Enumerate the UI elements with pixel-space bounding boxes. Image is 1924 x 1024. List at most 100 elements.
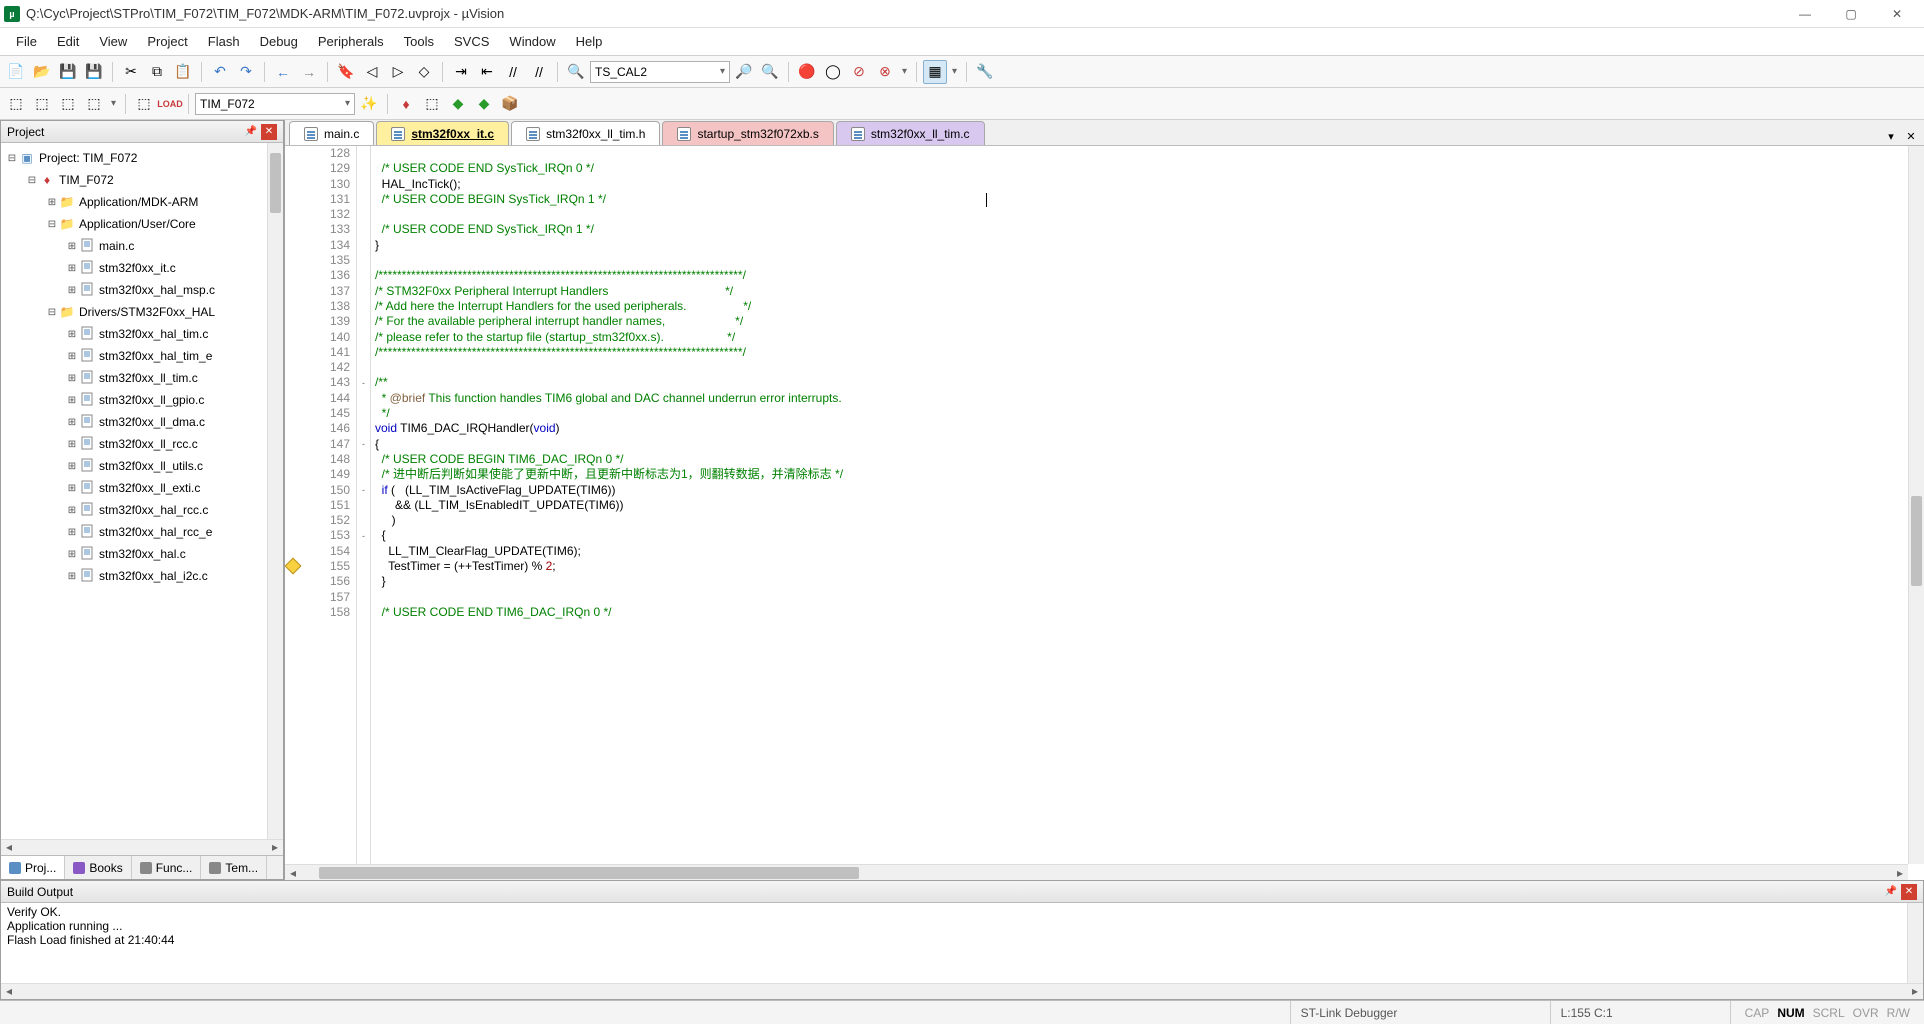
menu-flash[interactable]: Flash [198, 30, 250, 53]
window-layout-icon[interactable]: ▦ [923, 60, 947, 84]
pack-installer-icon[interactable]: 📦 [498, 92, 522, 116]
tree-target[interactable]: ⊟♦TIM_F072 [1, 169, 283, 191]
code-source[interactable]: /* USER CODE END SysTick_IRQn 0 */ HAL_I… [371, 146, 1924, 880]
project-tab[interactable]: Func... [132, 856, 202, 879]
menu-tools[interactable]: Tools [394, 30, 444, 53]
new-file-icon[interactable]: 📄 [4, 60, 28, 84]
tree-file[interactable]: ⊞stm32f0xx_hal.c [1, 543, 283, 565]
tree-file[interactable]: ⊞stm32f0xx_hal_rcc.c [1, 499, 283, 521]
dropdown-icon[interactable]: ▾ [899, 66, 910, 77]
menu-project[interactable]: Project [137, 30, 197, 53]
close-button[interactable]: ✕ [1874, 0, 1920, 28]
maximize-button[interactable]: ▢ [1828, 0, 1874, 28]
save-all-icon[interactable]: 💾 [82, 60, 106, 84]
dropdown-icon[interactable]: ▾ [108, 98, 119, 109]
translate-icon[interactable]: ⬚ [4, 92, 28, 116]
project-tab[interactable]: Tem... [201, 856, 267, 879]
bookmark-next-icon[interactable]: ▷ [386, 60, 410, 84]
menu-edit[interactable]: Edit [47, 30, 89, 53]
menu-debug[interactable]: Debug [250, 30, 308, 53]
tree-file[interactable]: ⊞stm32f0xx_ll_tim.c [1, 367, 283, 389]
tree-file[interactable]: ⊞stm32f0xx_ll_gpio.c [1, 389, 283, 411]
target-combo[interactable]: TIM_F072 ▾ [195, 93, 355, 115]
editor-tab[interactable]: stm32f0xx_it.c [376, 121, 509, 145]
horizontal-scrollbar[interactable]: ◂▸ [285, 864, 1908, 880]
build-output-text[interactable]: Verify OK.Application running ...Flash L… [1, 903, 1923, 999]
editor-tab[interactable]: stm32f0xx_ll_tim.h [511, 121, 660, 145]
tree-file[interactable]: ⊞stm32f0xx_ll_dma.c [1, 411, 283, 433]
menu-window[interactable]: Window [499, 30, 565, 53]
indent-icon[interactable]: ⇥ [449, 60, 473, 84]
batch-build-icon[interactable]: ⬚ [82, 92, 106, 116]
outdent-icon[interactable]: ⇤ [475, 60, 499, 84]
find-in-files-icon[interactable]: 🔎 [732, 60, 756, 84]
bookmark-clear-icon[interactable]: ◇ [412, 60, 436, 84]
tree-file[interactable]: ⊞stm32f0xx_ll_rcc.c [1, 433, 283, 455]
stop-build-icon[interactable]: ⬚ [132, 92, 156, 116]
copy-icon[interactable]: ⧉ [145, 60, 169, 84]
uncomment-icon[interactable]: // [527, 60, 551, 84]
tab-close-icon[interactable]: ✕ [1902, 127, 1920, 145]
project-tab[interactable]: Proj... [1, 856, 65, 879]
comment-icon[interactable]: // [501, 60, 525, 84]
menu-svcs[interactable]: SVCS [444, 30, 499, 53]
close-icon[interactable]: ✕ [1901, 884, 1917, 900]
tree-root[interactable]: ⊟▣Project: TIM_F072 [1, 147, 283, 169]
manage-icon[interactable]: ♦ [394, 92, 418, 116]
pin-icon[interactable]: 📌 [243, 124, 259, 140]
scrollbar[interactable] [1907, 903, 1923, 983]
tree-group[interactable]: ⊞📁Application/MDK-ARM [1, 191, 283, 213]
editor-tab[interactable]: startup_stm32f072xb.s [662, 121, 833, 145]
close-icon[interactable]: ✕ [261, 124, 277, 140]
open-icon[interactable]: 📂 [30, 60, 54, 84]
tree-file[interactable]: ⊞stm32f0xx_hal_rcc_e [1, 521, 283, 543]
find-icon[interactable]: 🔍 [564, 60, 588, 84]
tree-file[interactable]: ⊞stm32f0xx_hal_tim_e [1, 345, 283, 367]
download-icon[interactable]: LOAD [158, 92, 182, 116]
breakpoint-disable-icon[interactable]: ⊘ [847, 60, 871, 84]
target-options-icon[interactable]: ✨ [357, 92, 381, 116]
bookmark-icon[interactable]: 🔖 [334, 60, 358, 84]
tree-file[interactable]: ⊞stm32f0xx_it.c [1, 257, 283, 279]
vertical-scrollbar[interactable] [1908, 146, 1924, 864]
build-icon[interactable]: ⬚ [30, 92, 54, 116]
project-tree[interactable]: ⊟▣Project: TIM_F072 ⊟♦TIM_F072⊞📁Applicat… [1, 143, 283, 839]
scrollbar[interactable]: ◂▸ [1, 983, 1923, 999]
tree-group[interactable]: ⊟📁Drivers/STM32F0xx_HAL [1, 301, 283, 323]
incremental-find-icon[interactable]: 🔍 [758, 60, 782, 84]
nav-back-icon[interactable]: ← [271, 60, 295, 84]
redo-icon[interactable]: ↷ [234, 60, 258, 84]
scrollbar[interactable] [267, 143, 283, 839]
tree-file[interactable]: ⊞stm32f0xx_hal_i2c.c [1, 565, 283, 587]
nav-forward-icon[interactable]: → [297, 60, 321, 84]
code-editor[interactable]: 1281291301311321331341351361371381391401… [285, 146, 1924, 880]
undo-icon[interactable]: ↶ [208, 60, 232, 84]
save-icon[interactable]: 💾 [56, 60, 80, 84]
tree-file[interactable]: ⊞stm32f0xx_ll_utils.c [1, 455, 283, 477]
menu-help[interactable]: Help [566, 30, 613, 53]
tree-file[interactable]: ⊞stm32f0xx_ll_exti.c [1, 477, 283, 499]
breakpoint-kill-icon[interactable]: ⊗ [873, 60, 897, 84]
menu-file[interactable]: File [6, 30, 47, 53]
minimize-button[interactable]: — [1782, 0, 1828, 28]
bookmark-prev-icon[interactable]: ◁ [360, 60, 384, 84]
menu-peripherals[interactable]: Peripherals [308, 30, 394, 53]
tab-menu-icon[interactable]: ▾ [1882, 127, 1900, 145]
breakpoint-icon[interactable]: ◯ [821, 60, 845, 84]
find-combo[interactable]: TS_CAL2 ▾ [590, 61, 730, 83]
editor-tab[interactable]: stm32f0xx_ll_tim.c [836, 121, 985, 145]
tree-file[interactable]: ⊞main.c [1, 235, 283, 257]
tree-hscroll[interactable]: ◂ ▸ [1, 839, 283, 855]
tree-group[interactable]: ⊟📁Application/User/Core [1, 213, 283, 235]
dropdown-icon[interactable]: ▾ [949, 66, 960, 77]
cut-icon[interactable]: ✂ [119, 60, 143, 84]
project-tab[interactable]: Books [65, 856, 131, 879]
select-pack-icon[interactable]: ◆ [472, 92, 496, 116]
editor-tab[interactable]: main.c [289, 121, 374, 145]
rebuild-icon[interactable]: ⬚ [56, 92, 80, 116]
pin-icon[interactable]: 📌 [1883, 884, 1899, 900]
fold-gutter[interactable]: ---- [357, 146, 371, 880]
tree-file[interactable]: ⊞stm32f0xx_hal_msp.c [1, 279, 283, 301]
paste-icon[interactable]: 📋 [171, 60, 195, 84]
tree-file[interactable]: ⊞stm32f0xx_hal_tim.c [1, 323, 283, 345]
